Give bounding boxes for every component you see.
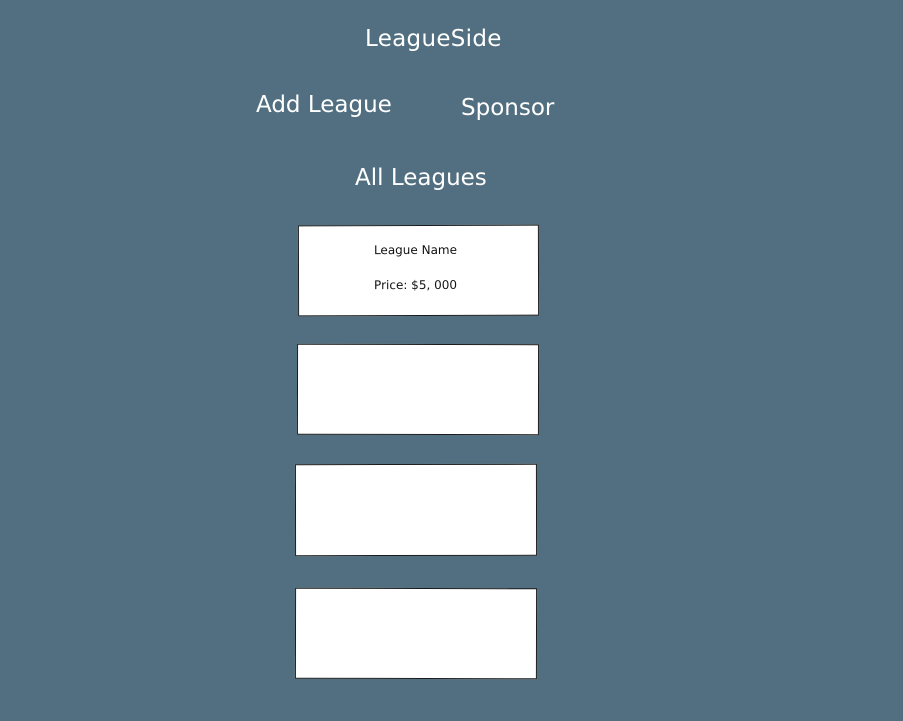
league-price: Price: $5, 000 (374, 277, 457, 293)
league-name: League Name (373, 242, 458, 258)
add-league-link[interactable]: Add League (256, 92, 392, 118)
league-card[interactable] (294, 587, 538, 680)
league-card[interactable]: League Name Price: $5, 000 (297, 224, 540, 317)
league-card[interactable] (296, 343, 540, 436)
league-card[interactable] (294, 463, 538, 557)
section-title: All Leagues (355, 165, 487, 191)
app-title: LeagueSide (365, 26, 502, 52)
sponsor-link[interactable]: Sponsor (461, 95, 554, 121)
